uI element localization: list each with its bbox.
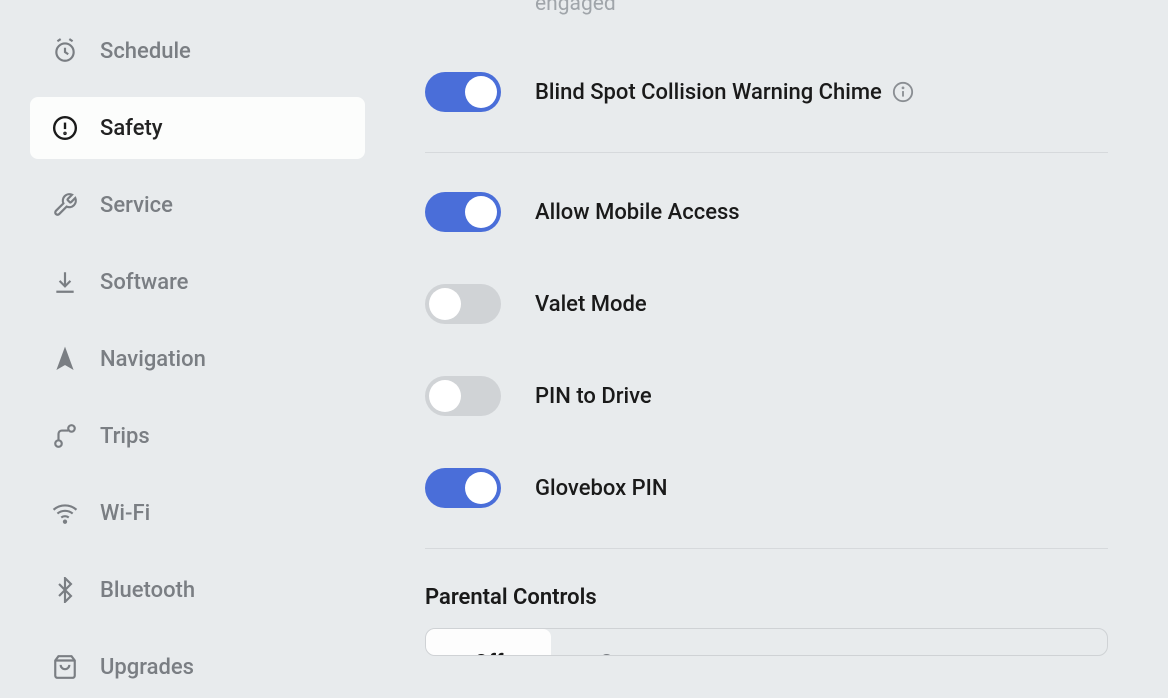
sidebar-item-safety[interactable]: Safety <box>30 97 365 159</box>
toggle-knob <box>465 76 497 108</box>
sidebar-item-navigation[interactable]: Navigation <box>30 328 365 390</box>
alert-circle-icon <box>52 115 78 141</box>
setting-label: Blind Spot Collision Warning Chime <box>535 80 882 105</box>
sidebar-item-label: Navigation <box>100 347 206 372</box>
main-content: engaged Blind Spot Collision Warning Chi… <box>395 0 1168 656</box>
sidebar-item-service[interactable]: Service <box>30 174 365 236</box>
navigation-icon <box>52 346 78 372</box>
partial-setting-description: engaged <box>535 0 1108 16</box>
toggle-knob <box>429 288 461 320</box>
sidebar-item-label: Safety <box>100 116 163 141</box>
setting-glovebox-pin: Glovebox PIN <box>425 442 1108 534</box>
parental-controls-title: Parental Controls <box>425 585 1108 610</box>
sidebar: Schedule Safety Service Software Navigat… <box>0 0 395 656</box>
sidebar-item-upgrades[interactable]: Upgrades <box>30 636 365 698</box>
toggle-glovebox-pin[interactable] <box>425 468 501 508</box>
sidebar-item-label: Service <box>100 193 173 218</box>
sidebar-item-software[interactable]: Software <box>30 251 365 313</box>
toggle-mobile-access[interactable] <box>425 192 501 232</box>
wrench-icon <box>52 192 78 218</box>
sidebar-item-label: Trips <box>100 424 150 449</box>
sidebar-item-label: Schedule <box>100 39 191 64</box>
sidebar-item-label: Wi-Fi <box>100 501 150 526</box>
toggle-knob <box>465 196 497 228</box>
setting-label: Valet Mode <box>535 292 647 317</box>
toggle-pin-to-drive[interactable] <box>425 376 501 416</box>
toggle-blind-spot[interactable] <box>425 72 501 112</box>
shopping-bag-icon <box>52 654 78 680</box>
info-icon[interactable] <box>892 81 914 103</box>
setting-label: PIN to Drive <box>535 384 652 409</box>
sidebar-item-bluetooth[interactable]: Bluetooth <box>30 559 365 621</box>
parental-on-button[interactable]: On <box>551 629 673 656</box>
bluetooth-icon <box>52 577 78 603</box>
clock-icon <box>52 38 78 64</box>
download-icon <box>52 269 78 295</box>
parental-controls-segmented: Off On <box>425 628 1108 656</box>
toggle-valet-mode[interactable] <box>425 284 501 324</box>
toggle-knob <box>465 472 497 504</box>
sidebar-item-label: Bluetooth <box>100 578 195 603</box>
setting-pin-to-drive: PIN to Drive <box>425 350 1108 442</box>
setting-label: Allow Mobile Access <box>535 200 740 225</box>
setting-label: Glovebox PIN <box>535 476 668 501</box>
sidebar-item-schedule[interactable]: Schedule <box>30 20 365 82</box>
setting-valet-mode: Valet Mode <box>425 258 1108 350</box>
sidebar-item-trips[interactable]: Trips <box>30 405 365 467</box>
sidebar-item-wifi[interactable]: Wi-Fi <box>30 482 365 544</box>
setting-blind-spot: Blind Spot Collision Warning Chime <box>425 46 1108 138</box>
toggle-knob <box>429 380 461 412</box>
setting-mobile-access: Allow Mobile Access <box>425 166 1108 258</box>
sidebar-item-label: Upgrades <box>100 655 194 680</box>
sidebar-item-label: Software <box>100 270 188 295</box>
wifi-icon <box>52 500 78 526</box>
parental-off-button[interactable]: Off <box>426 629 551 656</box>
route-icon <box>52 423 78 449</box>
